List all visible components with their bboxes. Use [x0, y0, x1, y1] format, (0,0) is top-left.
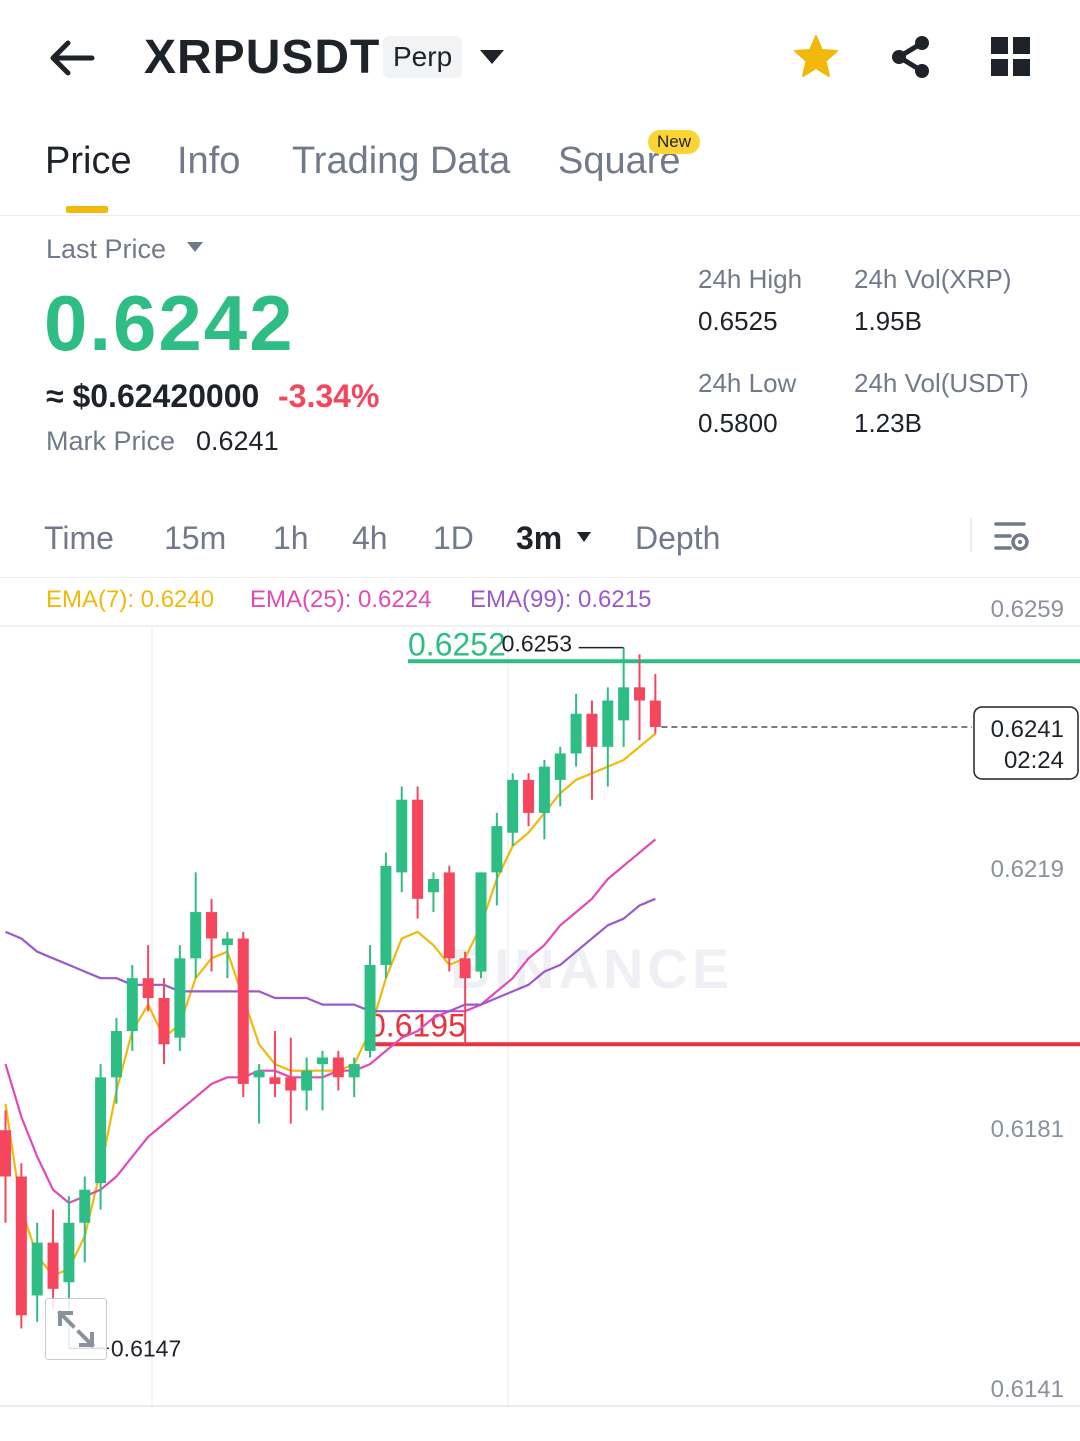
candle-body: [47, 1242, 59, 1289]
symbol-title[interactable]: XRPUSDT: [144, 30, 380, 85]
candle-body: [602, 700, 614, 747]
candle-body: [396, 799, 408, 873]
candle-body: [538, 766, 550, 813]
tab-price[interactable]: Price: [45, 140, 132, 183]
candle-body: [443, 872, 455, 959]
mark-price-value: 0.6241: [196, 426, 279, 456]
mark-price-label: Mark Price: [46, 426, 176, 456]
candle-body: [427, 879, 439, 893]
candle-body: [31, 1242, 43, 1296]
high-24h-label: 24h High: [698, 264, 803, 294]
high-marker-label: 0.6253: [502, 631, 572, 657]
candle-body: [63, 1222, 75, 1283]
price-axis-tick: 0.6259: [991, 596, 1064, 623]
candle-body: [491, 826, 503, 873]
interval-4h[interactable]: 4h: [352, 520, 388, 557]
candle-body: [158, 998, 170, 1045]
interval-selector: Time 15m 1h 4h 1D 3m Depth: [0, 500, 1080, 578]
candle-body: [301, 1070, 313, 1091]
interval-3m[interactable]: 3m: [516, 520, 562, 557]
section-tabs: Price Info Trading Data Square New: [0, 118, 1080, 216]
low-24h-value: 0.5800: [698, 408, 778, 438]
vol-quote-label: 24h Vol(USDT): [854, 368, 1029, 398]
new-badge: New: [648, 130, 701, 154]
tab-trading-data[interactable]: Trading Data: [292, 140, 510, 183]
price-axis-tick: 0.6181: [991, 1116, 1064, 1143]
candle-body: [79, 1189, 91, 1223]
price-axis-tick: 0.6219: [991, 856, 1064, 883]
candle-body: [475, 872, 487, 972]
interval-depth[interactable]: Depth: [635, 520, 720, 557]
current-price-text: 0.6241: [991, 716, 1064, 743]
price-summary: Last Price 0.6242 ≈ $0.62420000 -3.34% M…: [0, 216, 1080, 496]
candle-body: [412, 799, 424, 899]
support-label: 0.6195: [368, 1007, 466, 1043]
caret-down-icon[interactable]: [476, 44, 508, 70]
candle-body: [618, 687, 630, 721]
vol-base-label: 24h Vol(XRP): [854, 264, 1012, 294]
candle-body: [317, 1057, 328, 1065]
candle-body: [507, 779, 519, 833]
candle-body: [380, 865, 392, 965]
interval-15m[interactable]: 15m: [164, 520, 226, 557]
countdown-text: 02:24: [1004, 747, 1064, 774]
candle-body: [634, 687, 645, 701]
price-axis-tick: 0.6141: [991, 1376, 1064, 1403]
interval-1d[interactable]: 1D: [433, 520, 474, 557]
candle-body: [206, 912, 218, 939]
candle-body: [269, 1077, 281, 1084]
chart-canvas[interactable]: BINANCE0.62590.62190.61810.61410.62520.6…: [0, 578, 1080, 1408]
change-percent: -3.34%: [278, 378, 380, 414]
expand-icon[interactable]: [45, 1298, 107, 1360]
low-24h-label: 24h Low: [698, 368, 797, 398]
star-icon[interactable]: [791, 32, 841, 82]
candle-body: [190, 912, 202, 959]
last-price-value: 0.6242: [44, 279, 295, 367]
candle-body: [570, 713, 582, 754]
candle-body: [253, 1070, 265, 1078]
candle-body: [459, 958, 471, 979]
high-24h-value: 0.6525: [698, 306, 778, 336]
top-bar: XRPUSDT Perp: [0, 0, 1080, 118]
contract-type-badge: Perp: [383, 36, 463, 78]
candle-body: [0, 1130, 11, 1177]
back-arrow-icon[interactable]: [44, 30, 100, 86]
candlestick-chart[interactable]: BINANCE 0.6259 0.6219 0.6181 0.6141 0.6252 0.6…: [0, 578, 1080, 1408]
grid-menu-icon[interactable]: [986, 32, 1036, 82]
share-icon[interactable]: [886, 32, 936, 82]
candle-body: [554, 753, 566, 780]
candle-body: [364, 964, 376, 1051]
interval-time[interactable]: Time: [44, 520, 114, 557]
low-marker-label: 0.6147: [111, 1335, 181, 1361]
candle-body: [95, 1077, 107, 1184]
candle-body: [237, 938, 249, 1084]
candle-body: [523, 779, 535, 813]
caret-down-icon[interactable]: [186, 240, 204, 254]
candle-body: [110, 1031, 122, 1078]
active-tab-indicator: [66, 206, 108, 213]
candle-body: [348, 1064, 360, 1078]
candle-body: [126, 978, 138, 1032]
candle-body: [15, 1176, 27, 1316]
candle-body: [221, 938, 233, 946]
tab-info[interactable]: Info: [177, 140, 240, 183]
candle-body: [174, 958, 186, 1038]
candle-body: [586, 713, 598, 747]
chart-settings-icon[interactable]: [992, 516, 1032, 556]
candle-body: [142, 978, 154, 998]
divider: [970, 518, 972, 552]
resistance-label: 0.6252: [408, 626, 506, 662]
last-price-label[interactable]: Last Price: [46, 234, 166, 265]
candle-body: [332, 1057, 344, 1078]
fiat-price: ≈ $0.62420000: [46, 378, 260, 414]
candle-body: [649, 700, 661, 727]
caret-down-icon[interactable]: [576, 530, 592, 544]
watermark-text: BINANCE: [450, 937, 733, 1000]
vol-quote-value: 1.23B: [854, 408, 922, 438]
interval-1h[interactable]: 1h: [273, 520, 309, 557]
vol-base-value: 1.95B: [854, 306, 922, 336]
candle-body: [285, 1077, 297, 1091]
